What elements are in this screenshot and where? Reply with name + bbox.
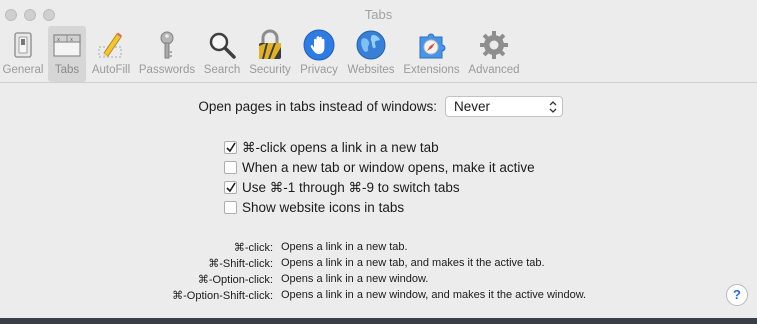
tab-advanced[interactable]: Advanced	[466, 26, 522, 82]
title-bar: Tabs	[0, 0, 757, 26]
updown-chevron-icon	[549, 101, 557, 113]
tab-search-label: Search	[203, 64, 241, 76]
desktop-background	[0, 318, 757, 324]
checkbox[interactable]	[224, 161, 237, 174]
help-button[interactable]: ?	[726, 284, 748, 306]
tab-autofill-label: AutoFill	[91, 64, 131, 76]
preferences-toolbar: General x x Tabs AutoFill Passwords Sear…	[0, 26, 757, 83]
open-pages-select[interactable]: Never	[445, 96, 563, 117]
general-switch-icon	[14, 32, 32, 58]
svg-text:x: x	[70, 37, 73, 43]
tab-advanced-label: Advanced	[468, 64, 520, 76]
open-pages-label: Open pages in tabs instead of windows:	[198, 99, 437, 114]
tab-tabs-label: Tabs	[54, 64, 80, 76]
shortcut-description: Opens a link in a new tab.	[281, 241, 408, 253]
puzzle-compass-icon	[419, 33, 445, 59]
tab-privacy[interactable]: Privacy	[297, 26, 341, 82]
option-label: ⌘-click opens a link in a new tab	[242, 140, 439, 155]
open-pages-select-value: Never	[454, 99, 491, 114]
tab-websites[interactable]: Websites	[345, 26, 397, 82]
preferences-window: Tabs General x x Tabs AutoFill Passwords…	[0, 0, 757, 324]
shortcut-description: Opens a link in a new window.	[281, 273, 429, 285]
option-label: Use ⌘-1 through ⌘-9 to switch tabs	[242, 180, 460, 195]
padlock-icon	[259, 29, 281, 59]
tab-extensions[interactable]: Extensions	[402, 26, 461, 82]
checkbox[interactable]	[224, 201, 237, 214]
window-title: Tabs	[364, 7, 393, 22]
globe-icon	[356, 30, 386, 60]
checkmark-icon	[226, 142, 236, 153]
tab-tabs[interactable]: x x Tabs	[48, 26, 86, 82]
hand-icon	[303, 29, 335, 61]
pencil-icon	[98, 32, 122, 58]
tab-passwords[interactable]: Passwords	[138, 26, 196, 82]
checkbox[interactable]	[224, 141, 237, 154]
tab-general-label: General	[2, 64, 44, 76]
shortcut-key: ⌘-Option-click:	[197, 274, 273, 286]
shortcut-key: ⌘-click:	[233, 242, 273, 254]
tab-security-label: Security	[249, 64, 291, 76]
shortcut-description: Opens a link in a new window, and makes …	[281, 289, 587, 301]
shortcut-description: Opens a link in a new tab, and makes it …	[281, 257, 545, 269]
shortcut-key: ⌘-Shift-click:	[208, 258, 273, 270]
gear-icon	[480, 31, 508, 59]
svg-text:x: x	[57, 37, 60, 43]
option-label: Show website icons in tabs	[242, 200, 405, 215]
tab-search[interactable]: Search	[201, 26, 243, 82]
tab-general[interactable]: General	[0, 26, 46, 82]
checkbox[interactable]	[224, 181, 237, 194]
magnifier-icon	[209, 32, 236, 59]
tab-websites-label: Websites	[347, 64, 395, 76]
option-label: When a new tab or window opens, make it …	[242, 160, 535, 175]
tab-autofill[interactable]: AutoFill	[88, 26, 134, 82]
tabs-icon: x x	[53, 34, 81, 57]
key-icon	[160, 31, 174, 59]
checkmark-icon	[226, 182, 236, 193]
tab-privacy-label: Privacy	[300, 64, 338, 76]
tab-passwords-label: Passwords	[138, 64, 196, 76]
tab-security[interactable]: Security	[246, 26, 294, 82]
tab-extensions-label: Extensions	[403, 64, 460, 76]
shortcut-key: ⌘-Option-Shift-click:	[172, 290, 273, 302]
